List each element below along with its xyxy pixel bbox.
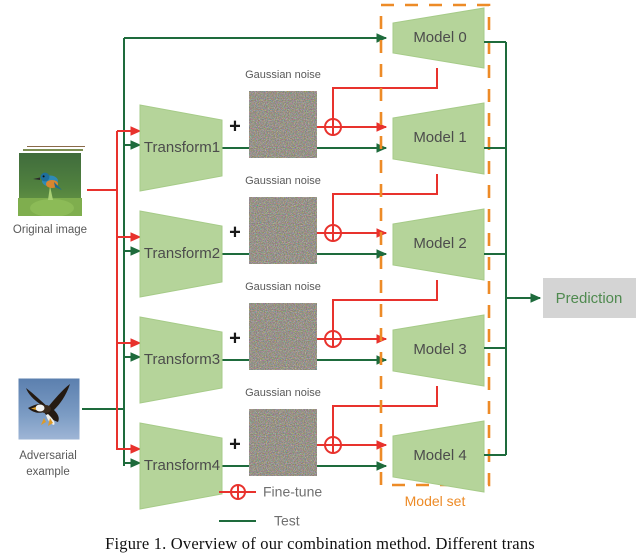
model-block-0[interactable]: Model 0: [392, 7, 485, 69]
input-adversarial-label-2: example: [26, 466, 69, 478]
pipeline-diagram: Original image Adversarial example Trans…: [13, 3, 636, 529]
figure-root: Original image Adversarial example Trans…: [0, 0, 640, 555]
transform-label: Transform3: [144, 351, 220, 368]
gaussian-noise-blocks: Gaussian noise Gaussian noise Gaussian n…: [245, 69, 321, 476]
model-block-4[interactable]: Model 4: [392, 420, 485, 493]
transform-block-1[interactable]: Transform1: [139, 104, 223, 192]
transform-block-4[interactable]: Transform4: [139, 422, 223, 510]
plus-icon: +: [229, 115, 241, 137]
plus-operators: + + + +: [229, 115, 241, 455]
gaussian-noise-block: Gaussian noise: [245, 175, 321, 264]
legend-item-test: Test: [219, 513, 300, 529]
circled-plus-icon: [324, 118, 342, 136]
model-label: Model 0: [413, 29, 466, 46]
prediction-flow-edges: [484, 41, 542, 456]
transform-block-3[interactable]: Transform3: [139, 316, 223, 404]
gaussian-noise-block: Gaussian noise: [245, 281, 321, 370]
model-blocks: Model 0 Model 1 Model 2 Model 3 Model 4: [392, 7, 485, 493]
transform-block-2[interactable]: Transform2: [139, 210, 223, 298]
model-block-3[interactable]: Model 3: [392, 314, 485, 387]
model-set-label: Model set: [405, 493, 466, 509]
transform-blocks: Transform1 Transform2 Transform3 Transfo…: [139, 104, 223, 510]
test-flow-edges: [82, 33, 388, 471]
input-original-label: Original image: [13, 224, 87, 236]
prediction-label: Prediction: [556, 290, 623, 307]
legend: Fine-tune Test: [219, 484, 322, 529]
input-adversarial-label-1: Adversarial: [19, 450, 77, 462]
transform-label: Transform4: [144, 457, 220, 474]
legend-label-test: Test: [274, 513, 300, 529]
plus-icon: +: [229, 327, 241, 349]
circled-plus-icon: [324, 330, 342, 348]
eagle-photo: [17, 377, 81, 441]
model-block-1[interactable]: Model 1: [392, 102, 485, 175]
circled-plus-icon: [324, 436, 342, 454]
kingfisher-photo: [17, 151, 83, 217]
plus-icon: +: [229, 221, 241, 243]
legend-item-fine-tune: Fine-tune: [219, 484, 322, 500]
model-block-2[interactable]: Model 2: [392, 208, 485, 281]
legend-label-fine-tune: Fine-tune: [263, 484, 322, 500]
gaussian-noise-block: Gaussian noise: [245, 69, 321, 158]
gaussian-noise-label: Gaussian noise: [245, 69, 321, 81]
model-label: Model 1: [413, 129, 466, 146]
gaussian-noise-label: Gaussian noise: [245, 281, 321, 293]
circled-plus-icon: [324, 224, 342, 242]
gaussian-noise-block: Gaussian noise: [245, 387, 321, 476]
fine-tune-combine-nodes: [324, 118, 342, 454]
model-label: Model 3: [413, 341, 466, 358]
plus-icon: +: [229, 433, 241, 455]
transform-label: Transform1: [144, 139, 220, 156]
prediction-box[interactable]: Prediction: [543, 278, 636, 318]
circled-plus-icon: [230, 484, 246, 500]
model-label: Model 2: [413, 235, 466, 252]
gaussian-noise-label: Gaussian noise: [245, 175, 321, 187]
figure-caption: Figure 1. Overview of our combination me…: [105, 534, 535, 553]
gaussian-noise-label: Gaussian noise: [245, 387, 321, 399]
model-label: Model 4: [413, 447, 466, 464]
input-adversarial-example: Adversarial example: [17, 377, 81, 478]
transform-label: Transform2: [144, 245, 220, 262]
input-original-image: Original image: [13, 144, 87, 236]
